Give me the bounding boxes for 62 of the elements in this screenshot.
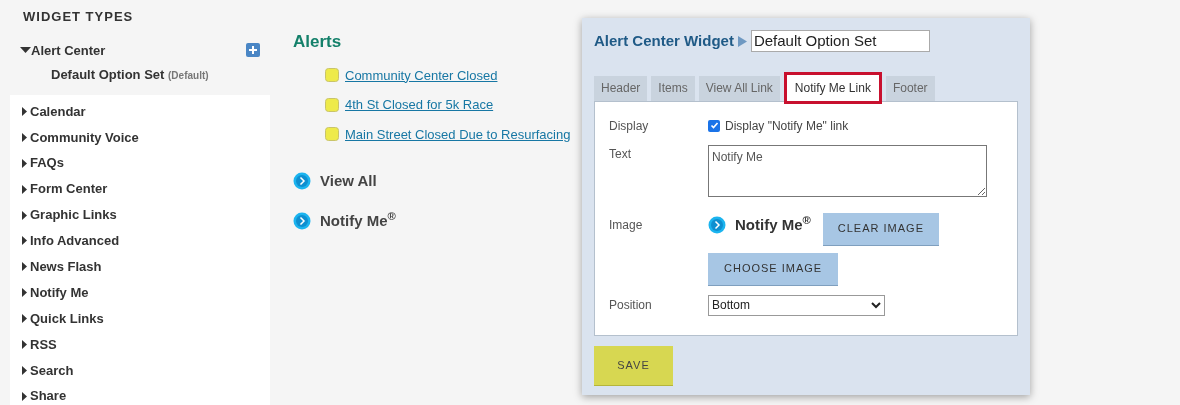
sidebar-item[interactable]: Share bbox=[22, 383, 270, 405]
caret-right-icon bbox=[22, 314, 27, 324]
alert-link[interactable]: 4th St Closed for 5k Race bbox=[345, 95, 494, 115]
sidebar-item[interactable]: Community Voice bbox=[22, 124, 270, 151]
dialog-title: Alert Center Widget bbox=[594, 31, 734, 51]
sidebar-item[interactable]: RSS bbox=[22, 331, 270, 358]
text-field[interactable]: Notify Me bbox=[708, 144, 987, 197]
sidebar-item[interactable]: Info Advanced bbox=[22, 227, 270, 254]
alert-icon bbox=[325, 127, 339, 142]
field-label: Position bbox=[609, 297, 653, 314]
sidebar-item[interactable]: Graphic Links bbox=[22, 202, 270, 228]
checkbox[interactable] bbox=[708, 119, 720, 132]
option-set-item[interactable]: Default Option Set (Default) bbox=[20, 60, 260, 85]
caret-right-icon bbox=[22, 339, 27, 349]
caret-right-icon bbox=[22, 158, 27, 168]
alert-icon bbox=[325, 97, 339, 112]
alert-link[interactable]: Main Street Closed Due to Resurfacing bbox=[345, 124, 571, 144]
caret-right-icon bbox=[22, 106, 27, 116]
caret-right-icon bbox=[22, 210, 27, 220]
checkbox-label: Display "Notify Me" link bbox=[725, 117, 849, 135]
field-label: Text bbox=[609, 145, 632, 163]
sidebar-item[interactable]: Notify Me bbox=[22, 279, 270, 306]
tab[interactable]: Notify Me Link bbox=[783, 71, 882, 104]
chevron-circle-icon bbox=[293, 211, 311, 230]
sidebar-item[interactable]: Calendar bbox=[22, 98, 270, 125]
caret-right-icon bbox=[22, 365, 27, 375]
add-icon[interactable] bbox=[246, 43, 260, 58]
tab[interactable]: Items bbox=[651, 75, 695, 101]
save-button[interactable]: SAVE bbox=[594, 345, 673, 386]
clear-image-button[interactable]: CLEAR IMAGE bbox=[822, 212, 939, 246]
sidebar-title: WIDGET TYPES bbox=[22, 8, 135, 26]
sidebar-item[interactable]: News Flash bbox=[22, 253, 270, 280]
chevron-circle-icon bbox=[293, 172, 311, 191]
alert-icon bbox=[325, 68, 339, 83]
tab[interactable]: Footer bbox=[885, 75, 935, 101]
tab[interactable]: Header bbox=[594, 75, 648, 101]
chevron-circle-icon bbox=[708, 215, 726, 234]
choose-image-button[interactable]: CHOOSE IMAGE bbox=[708, 252, 839, 286]
caret-right-icon bbox=[22, 184, 27, 194]
sidebar-item[interactable]: Form Center bbox=[22, 176, 270, 203]
preview-link[interactable]: View All bbox=[320, 170, 377, 193]
caret-right-icon bbox=[22, 288, 27, 298]
image-preview: Notify Me$^{®}$ bbox=[735, 213, 811, 235]
field-label: Image bbox=[609, 216, 644, 234]
sidebar-item[interactable]: Alert Center bbox=[20, 40, 260, 60]
preview-link[interactable]: Notify Me$^{®}$ bbox=[320, 209, 396, 232]
sidebar-item[interactable]: Quick Links bbox=[22, 305, 270, 332]
caret-down-icon bbox=[20, 47, 31, 54]
caret-right-icon bbox=[22, 236, 27, 246]
caret-right-icon bbox=[22, 262, 27, 272]
tab[interactable]: View All Link bbox=[698, 75, 780, 101]
field-label: Display bbox=[609, 117, 650, 135]
triangle-right-icon bbox=[737, 35, 747, 47]
caret-right-icon bbox=[22, 391, 27, 401]
caret-right-icon bbox=[22, 132, 27, 142]
alert-link[interactable]: Community Center Closed bbox=[345, 65, 498, 85]
chevron-down-icon bbox=[871, 301, 881, 309]
position-select[interactable]: Bottom bbox=[708, 294, 885, 316]
preview-title: Alerts bbox=[293, 31, 343, 53]
sidebar-item[interactable]: FAQs bbox=[22, 150, 270, 177]
name-field[interactable]: Default Option Set bbox=[750, 30, 930, 53]
sidebar-item[interactable]: Search bbox=[22, 357, 270, 384]
